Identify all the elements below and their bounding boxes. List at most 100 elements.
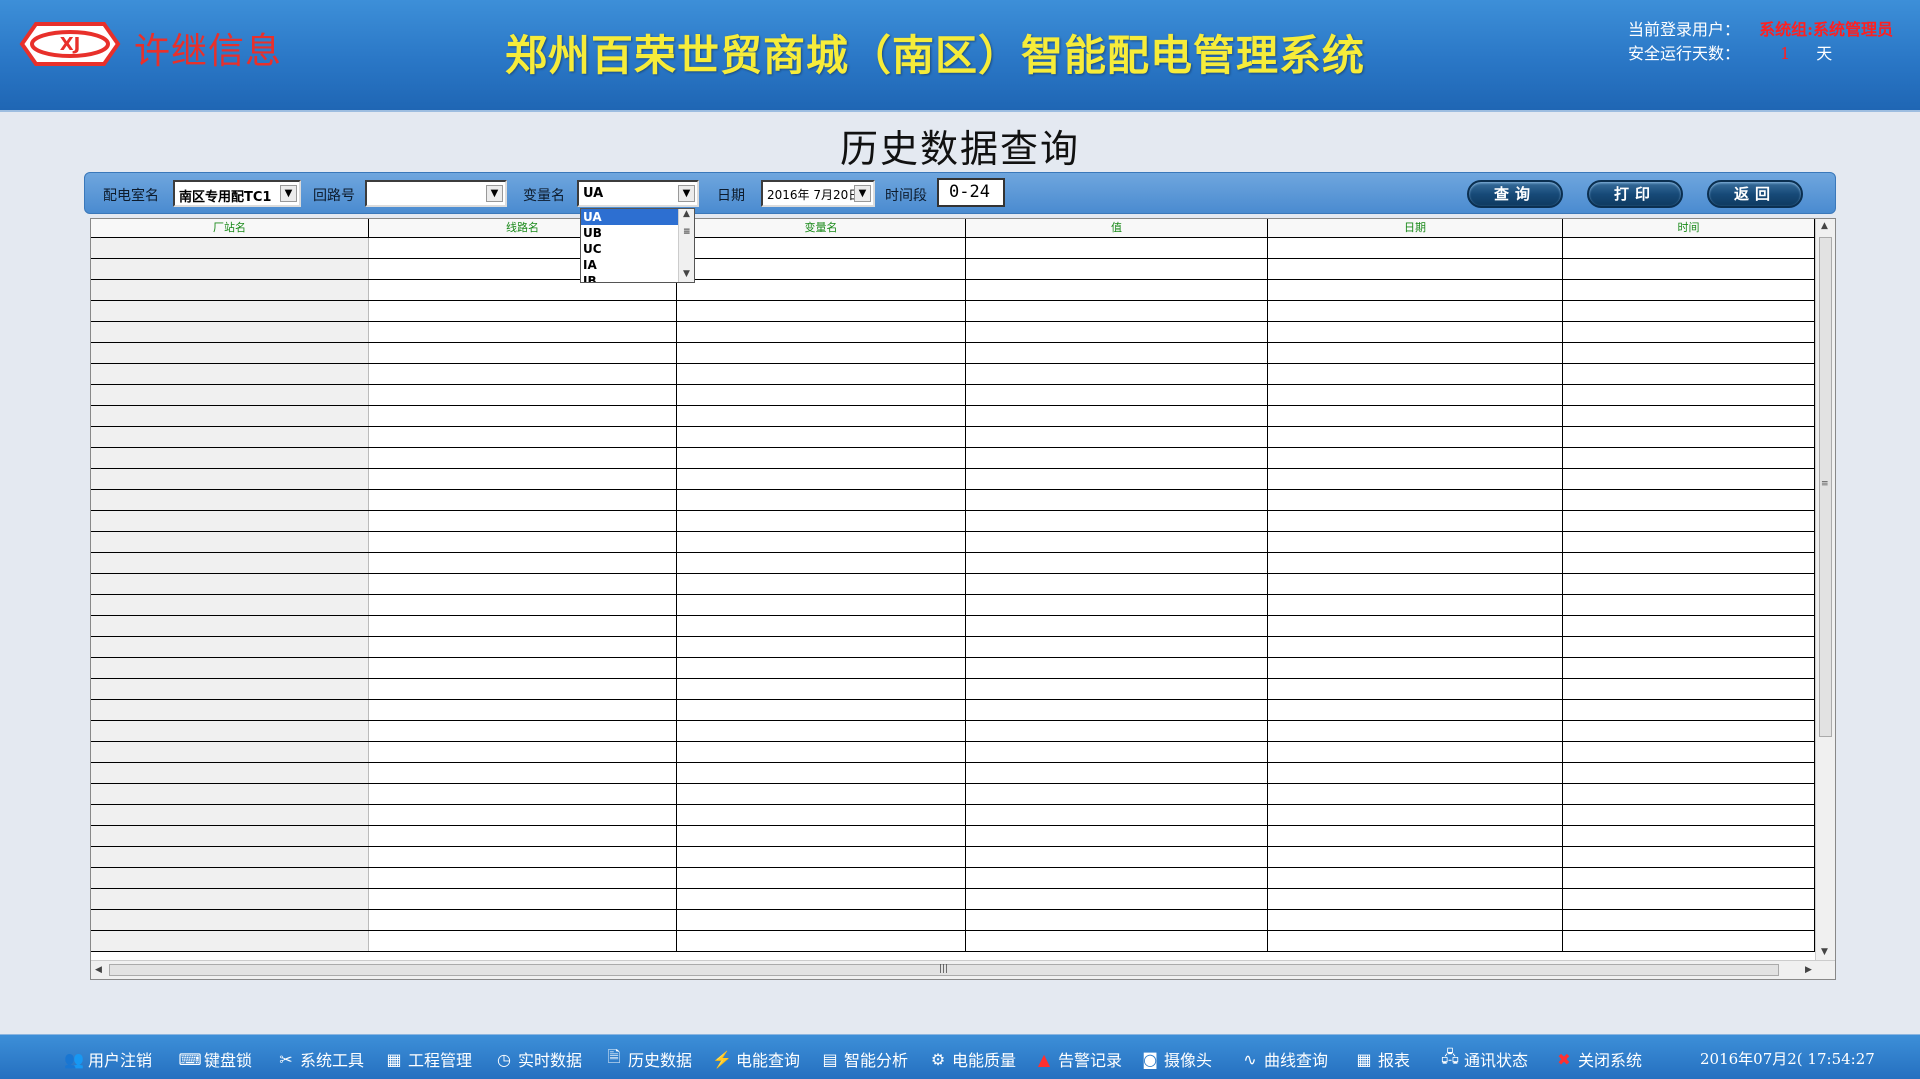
taskbar-camera[interactable]: ◙ 摄像头 <box>1140 1047 1212 1071</box>
taskbar-history-data[interactable]: 🗎 历史数据 <box>604 1047 692 1071</box>
table-row[interactable] <box>91 658 1815 679</box>
table-cell[interactable] <box>91 826 369 846</box>
table-row[interactable] <box>91 910 1815 931</box>
table-cell[interactable] <box>1268 658 1563 678</box>
table-cell[interactable] <box>1563 784 1815 804</box>
table-cell[interactable] <box>1268 322 1563 342</box>
table-cell[interactable] <box>966 889 1268 909</box>
table-cell[interactable] <box>91 364 369 384</box>
table-cell[interactable] <box>966 364 1268 384</box>
table-cell[interactable] <box>91 343 369 363</box>
table-cell[interactable] <box>966 868 1268 888</box>
table-cell[interactable] <box>677 847 966 867</box>
taskbar-energy-query[interactable]: ⚡ 电能查询 <box>712 1047 800 1071</box>
table-cell[interactable] <box>1268 469 1563 489</box>
table-cell[interactable] <box>966 742 1268 762</box>
table-row[interactable] <box>91 511 1815 532</box>
table-cell[interactable] <box>677 343 966 363</box>
table-row[interactable] <box>91 889 1815 910</box>
table-cell[interactable] <box>966 553 1268 573</box>
table-row[interactable] <box>91 553 1815 574</box>
scroll-up-icon[interactable]: ▲ <box>683 209 690 219</box>
table-cell[interactable] <box>677 700 966 720</box>
table-row[interactable] <box>91 301 1815 322</box>
table-cell[interactable] <box>966 280 1268 300</box>
table-cell[interactable] <box>91 385 369 405</box>
table-cell[interactable] <box>1563 889 1815 909</box>
table-cell[interactable] <box>369 490 677 510</box>
table-cell[interactable] <box>677 364 966 384</box>
table-cell[interactable] <box>1563 805 1815 825</box>
table-cell[interactable] <box>966 910 1268 930</box>
table-row[interactable] <box>91 763 1815 784</box>
table-cell[interactable] <box>369 700 677 720</box>
table-row[interactable] <box>91 826 1815 847</box>
table-cell[interactable] <box>1563 910 1815 930</box>
table-cell[interactable] <box>1563 448 1815 468</box>
table-cell[interactable] <box>1268 679 1563 699</box>
table-cell[interactable] <box>369 847 677 867</box>
table-cell[interactable] <box>1268 763 1563 783</box>
table-cell[interactable] <box>677 532 966 552</box>
table-cell[interactable] <box>677 301 966 321</box>
table-row[interactable] <box>91 490 1815 511</box>
table-cell[interactable] <box>369 679 677 699</box>
table-cell[interactable] <box>677 553 966 573</box>
table-cell[interactable] <box>369 322 677 342</box>
table-cell[interactable] <box>91 679 369 699</box>
table-cell[interactable] <box>1563 868 1815 888</box>
table-cell[interactable] <box>91 889 369 909</box>
table-cell[interactable] <box>369 427 677 447</box>
table-cell[interactable] <box>369 469 677 489</box>
table-cell[interactable] <box>91 574 369 594</box>
table-cell[interactable] <box>91 259 369 279</box>
table-cell[interactable] <box>369 931 677 951</box>
table-cell[interactable] <box>369 553 677 573</box>
table-cell[interactable] <box>1268 616 1563 636</box>
table-cell[interactable] <box>677 280 966 300</box>
table-cell[interactable] <box>1563 763 1815 783</box>
table-cell[interactable] <box>677 238 966 258</box>
chevron-down-icon[interactable]: ▼ <box>854 185 871 202</box>
table-cell[interactable] <box>91 511 369 531</box>
dropdown-scrollbar[interactable]: ▲ ≡ ▼ <box>678 209 694 282</box>
table-cell[interactable] <box>91 910 369 930</box>
dropdown-option-ia[interactable]: IA <box>581 257 679 273</box>
table-row[interactable] <box>91 931 1815 952</box>
table-cell[interactable] <box>677 784 966 804</box>
scroll-down-icon[interactable]: ▼ <box>1821 947 1828 957</box>
table-row[interactable] <box>91 868 1815 889</box>
table-cell[interactable] <box>677 679 966 699</box>
back-button[interactable]: 返回 <box>1707 180 1803 208</box>
table-cell[interactable] <box>369 364 677 384</box>
table-row[interactable] <box>91 238 1815 259</box>
taskbar-realtime-data[interactable]: ◷ 实时数据 <box>494 1047 582 1071</box>
table-cell[interactable] <box>1563 406 1815 426</box>
table-cell[interactable] <box>1563 280 1815 300</box>
table-cell[interactable] <box>966 301 1268 321</box>
table-cell[interactable] <box>966 805 1268 825</box>
table-cell[interactable] <box>91 868 369 888</box>
table-cell[interactable] <box>369 742 677 762</box>
table-cell[interactable] <box>91 700 369 720</box>
table-cell[interactable] <box>1563 364 1815 384</box>
table-cell[interactable] <box>677 616 966 636</box>
table-cell[interactable] <box>1563 721 1815 741</box>
table-cell[interactable] <box>91 931 369 951</box>
table-cell[interactable] <box>677 511 966 531</box>
variable-dropdown-list[interactable]: UA UB UC IA IB ▲ ≡ ▼ <box>580 208 695 283</box>
table-row[interactable] <box>91 595 1815 616</box>
table-cell[interactable] <box>369 637 677 657</box>
table-cell[interactable] <box>369 763 677 783</box>
table-cell[interactable] <box>677 721 966 741</box>
table-cell[interactable] <box>1268 910 1563 930</box>
table-cell[interactable] <box>966 931 1268 951</box>
taskbar-alarm-records[interactable]: ▲ 告警记录 <box>1034 1047 1122 1071</box>
table-cell[interactable] <box>966 763 1268 783</box>
table-cell[interactable] <box>369 889 677 909</box>
taskbar-system-tools[interactable]: ✂ 系统工具 <box>276 1047 364 1071</box>
table-cell[interactable] <box>1563 385 1815 405</box>
scroll-left-icon[interactable]: ◀ <box>95 965 102 975</box>
scroll-up-icon[interactable]: ▲ <box>1821 221 1828 231</box>
table-cell[interactable] <box>677 826 966 846</box>
